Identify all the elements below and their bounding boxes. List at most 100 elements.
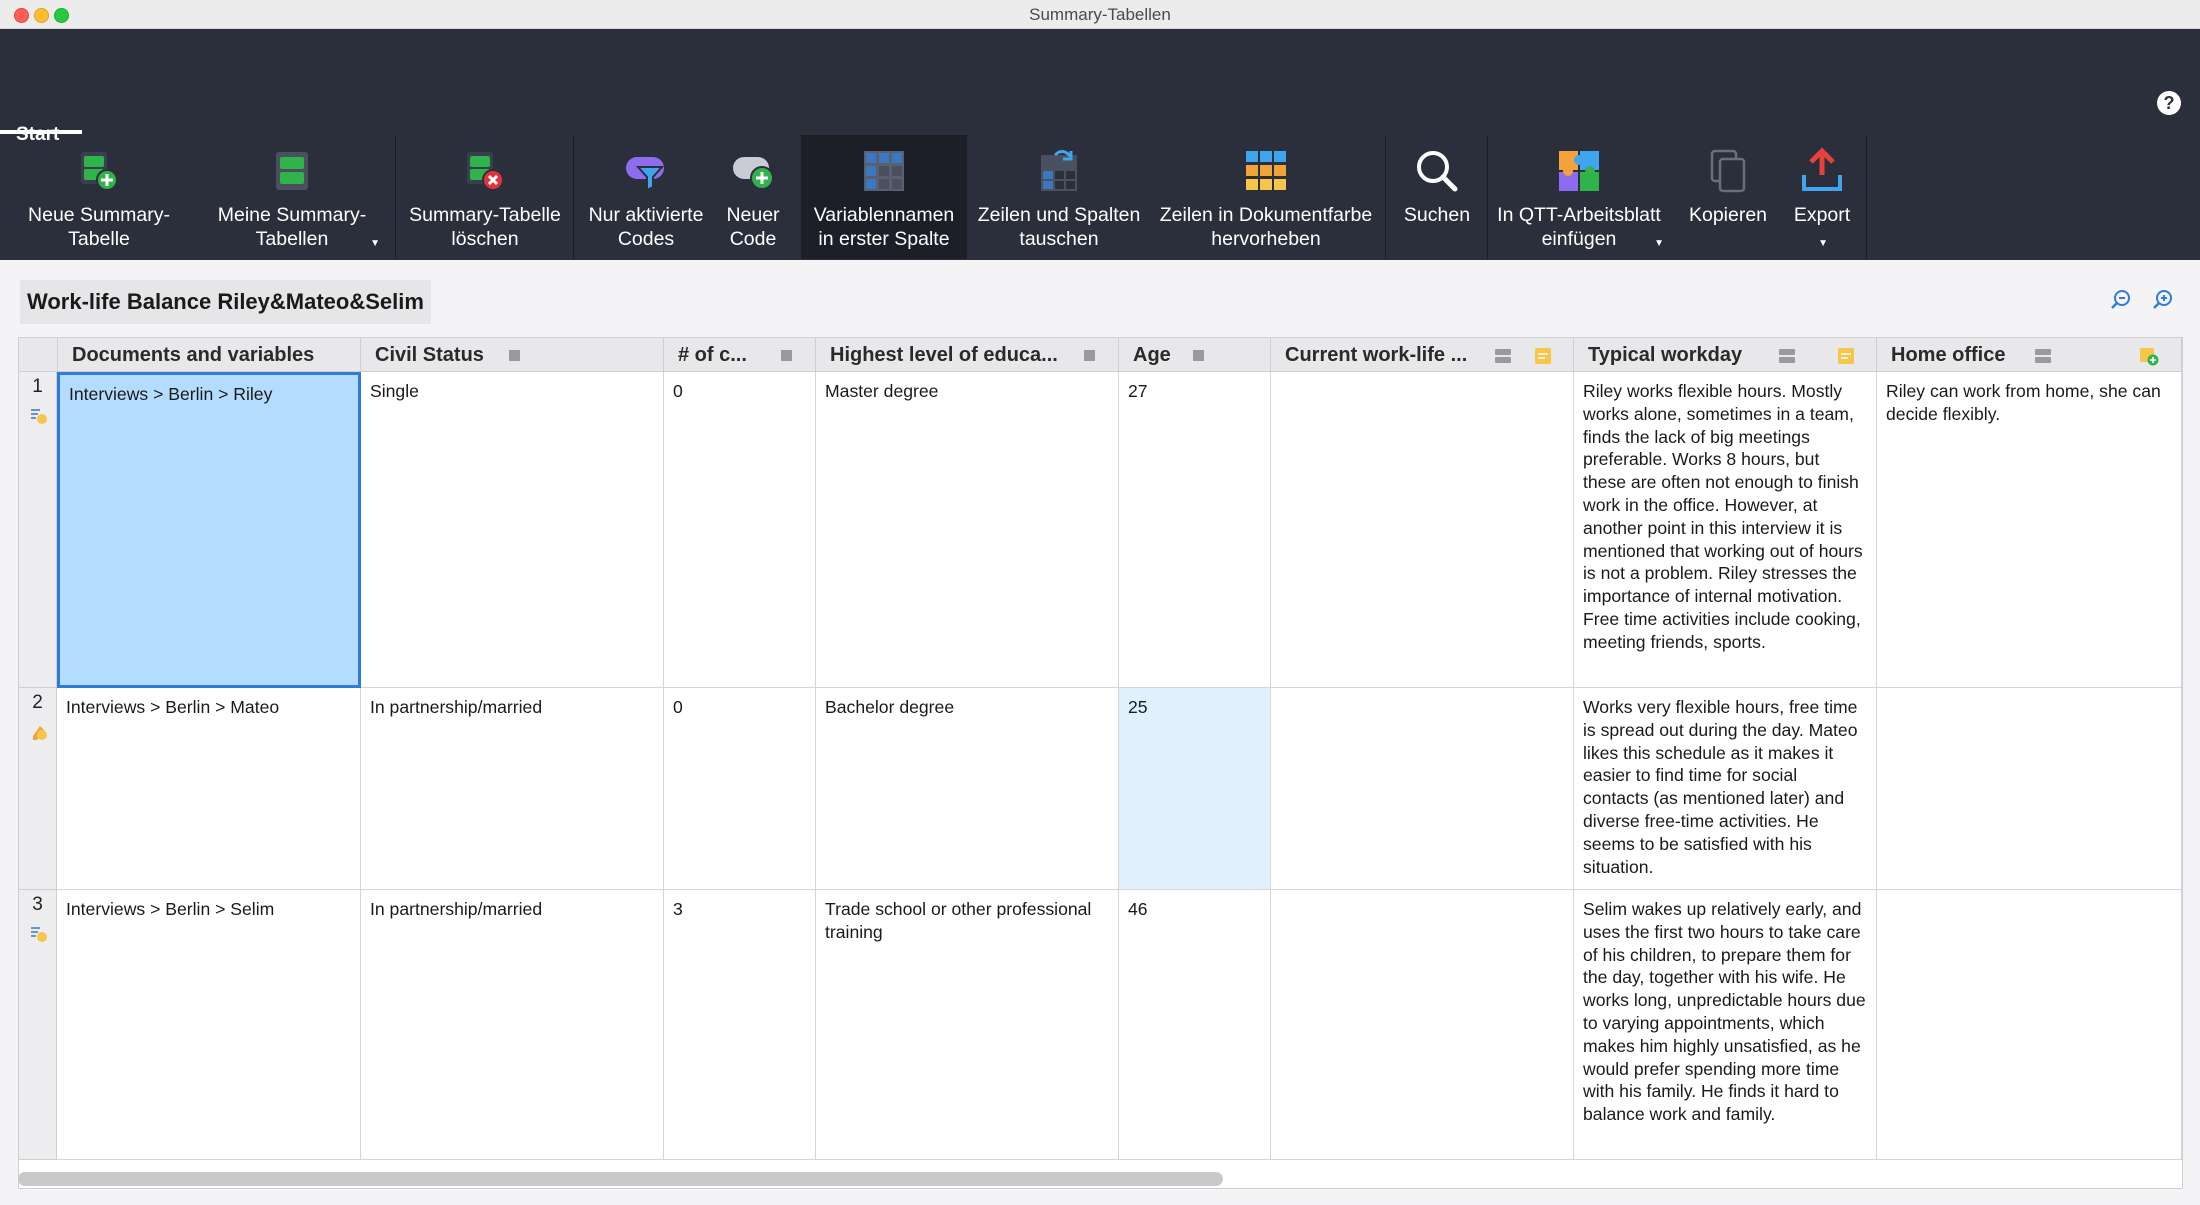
tool-label-line1: Kopieren	[1688, 204, 1768, 226]
export-button[interactable]: Export ▼	[1780, 135, 1864, 259]
toolbar-separator	[1866, 135, 1867, 259]
code-icon	[1779, 349, 1795, 363]
table-cell[interactable]: Interviews > Berlin > Mateo	[57, 688, 361, 890]
swap-rows-columns-button[interactable]: Zeilen und Spalten tauschen	[970, 135, 1148, 259]
chevron-down-icon[interactable]: ▼	[1654, 238, 1664, 249]
filter-codes-button[interactable]: Nur aktivierte Codes	[576, 135, 716, 259]
tool-label-line2: tauschen	[1019, 228, 1099, 250]
copy-button[interactable]: Kopieren	[1678, 135, 1778, 259]
table-cell[interactable]: 27	[1119, 372, 1271, 688]
swap-rows-columns-icon	[1041, 150, 1077, 191]
variable-icon	[509, 350, 520, 361]
column-header-typical-workday[interactable]: Typical workday	[1574, 338, 1877, 372]
tab-start-indicator	[0, 130, 82, 134]
toolbar-separator	[573, 135, 574, 259]
row-number: 3	[32, 894, 43, 915]
table-cell[interactable]: Riley can work from home, she can decide…	[1877, 372, 2182, 688]
chevron-down-icon[interactable]: ▼	[1818, 238, 1828, 249]
tool-label-line1: Summary-Tabelle	[409, 204, 561, 226]
variable-names-first-column-button[interactable]: Variablennamen in erster Spalte	[801, 135, 967, 259]
my-summary-tables-button[interactable]: Meine Summary- Tabellen ▼	[200, 135, 384, 259]
memo-icon[interactable]	[1836, 346, 1856, 366]
new-code-button[interactable]: Neuer Code	[716, 135, 790, 259]
table-cell[interactable]: Single	[361, 372, 664, 688]
window-title: Summary-Tabellen	[1029, 5, 1171, 24]
tool-label-line1: Neuer	[726, 204, 780, 226]
column-header-education[interactable]: Highest level of educa...	[816, 338, 1119, 372]
column-header-label: # of c...	[678, 344, 747, 366]
search-icon	[1417, 151, 1458, 192]
delete-summary-table-icon	[467, 152, 504, 191]
row-header[interactable]: 1	[19, 372, 57, 688]
column-header-label: Civil Status	[375, 344, 484, 366]
table-cell[interactable]: Selim wakes up relatively early, and use…	[1574, 890, 1877, 1160]
add-memo-icon[interactable]	[2139, 346, 2159, 366]
tool-label-line1: Nur aktivierte	[588, 204, 704, 226]
table-cell[interactable]: 3	[664, 890, 816, 1160]
document-memo-icon[interactable]	[30, 925, 48, 943]
table-cell[interactable]: Interviews > Berlin > Selim	[57, 890, 361, 1160]
table-cell[interactable]: Works very flexible hours, free time is …	[1574, 688, 1877, 890]
table-corner	[19, 338, 58, 372]
grid-icon	[864, 151, 904, 191]
table-cell[interactable]: 25	[1119, 688, 1271, 890]
tool-label-line1: Suchen	[1403, 204, 1471, 226]
table-title: Work-life Balance Riley&Mateo&Selim	[20, 280, 431, 324]
new-summary-table-button[interactable]: Neue Summary- Tabelle	[14, 135, 184, 259]
memo-icon[interactable]	[1533, 346, 1553, 366]
column-header-documents[interactable]: Documents and variables	[58, 338, 361, 372]
copy-icon	[1710, 149, 1746, 193]
tool-label-line1: Meine Summary-	[217, 204, 367, 226]
column-header-label: Current work-life ...	[1285, 344, 1468, 366]
tool-label-line2: löschen	[451, 228, 519, 250]
table-cell[interactable]	[1271, 688, 1574, 890]
color-grid-icon	[1246, 151, 1286, 190]
column-header-civil-status[interactable]: Civil Status	[361, 338, 664, 372]
variable-icon	[781, 350, 792, 361]
table-cell[interactable]	[1271, 890, 1574, 1160]
table-cell[interactable]: Interviews > Berlin > Riley	[57, 372, 361, 688]
table-cell[interactable]: Bachelor degree	[816, 688, 1119, 890]
help-icon[interactable]: ?	[2157, 91, 2181, 115]
table-cell[interactable]: 46	[1119, 890, 1271, 1160]
export-icon	[1802, 147, 1842, 191]
new-summary-table-icon	[81, 152, 118, 191]
table-cell[interactable]	[1877, 688, 2182, 890]
table-cell[interactable]: Riley works flexible hours. Mostly works…	[1574, 372, 1877, 688]
table-cell[interactable]: In partnership/married	[361, 890, 664, 1160]
chevron-down-icon[interactable]: ▼	[370, 238, 380, 249]
document-memo-icon[interactable]	[30, 723, 48, 741]
table-cell[interactable]: 0	[664, 688, 816, 890]
table-cell[interactable]: 0	[664, 372, 816, 688]
row-header[interactable]: 3	[19, 890, 57, 1160]
column-header-children[interactable]: # of c...	[664, 338, 816, 372]
table-cell[interactable]	[1271, 372, 1574, 688]
filter-codes-icon	[626, 157, 665, 192]
row-header[interactable]: 2	[19, 688, 57, 890]
insert-qtt-worksheet-button[interactable]: In QTT-Arbeitsblatt einfügen ▼	[1490, 135, 1668, 259]
tool-label-line2: einfügen	[1541, 228, 1617, 250]
table-cell[interactable]: Master degree	[816, 372, 1119, 688]
document-memo-icon[interactable]	[30, 407, 48, 425]
zoom-in-icon[interactable]	[2151, 288, 2175, 312]
column-header-home-office[interactable]: Home office	[1877, 338, 2182, 372]
row-number: 2	[32, 692, 43, 713]
horizontal-scrollbar[interactable]	[18, 1172, 1223, 1186]
column-header-label: Home office	[1891, 344, 2006, 366]
column-header-age[interactable]: Age	[1119, 338, 1271, 372]
table-cell[interactable]: Trade school or other professional train…	[816, 890, 1119, 1160]
code-icon	[1495, 349, 1511, 363]
variable-icon	[1193, 350, 1204, 361]
table-cell[interactable]	[1877, 890, 2182, 1160]
highlight-rows-document-color-button[interactable]: Zeilen in Dokumentfarbe hervorheben	[1148, 135, 1384, 259]
table-cell[interactable]: In partnership/married	[361, 688, 664, 890]
column-header-current-work-life[interactable]: Current work-life ...	[1271, 338, 1574, 372]
summary-table: Documents and variables Civil Status # o…	[18, 337, 2183, 1189]
new-code-icon	[733, 157, 774, 190]
toolbar-separator	[1487, 135, 1488, 259]
delete-summary-table-button[interactable]: Summary-Tabelle löschen	[398, 135, 572, 259]
search-button[interactable]: Suchen	[1388, 135, 1486, 259]
zoom-out-icon[interactable]	[2109, 288, 2133, 312]
tool-label-line1: Neue Summary-	[28, 204, 170, 226]
tab-start[interactable]: Start	[0, 60, 82, 145]
